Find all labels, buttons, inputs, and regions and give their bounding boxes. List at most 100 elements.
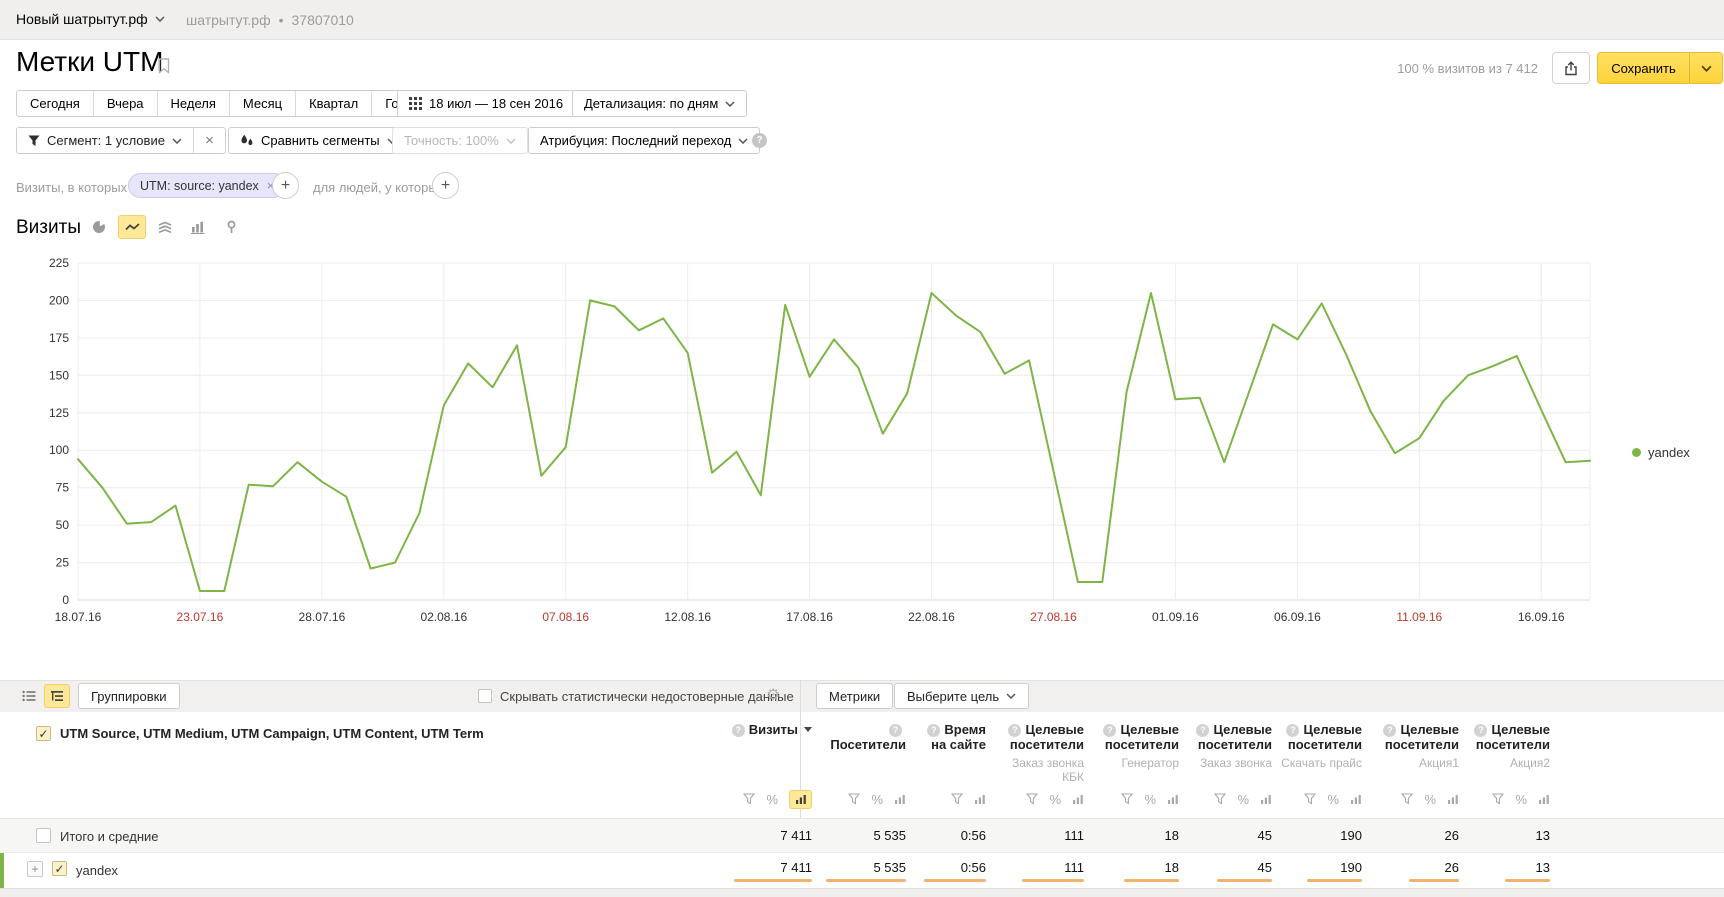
choose-goal-button[interactable]: Выберите цель	[894, 683, 1029, 709]
percent-icon[interactable]: %	[871, 792, 883, 807]
filter-funnel-icon[interactable]	[1492, 793, 1504, 805]
help-icon[interactable]: ?	[1103, 724, 1116, 737]
filter-funnel-icon[interactable]	[848, 793, 860, 805]
metric-column-header[interactable]: ?Визиты	[730, 722, 818, 784]
yandex-values: 7 4115 5350:5611118451902613	[730, 853, 1556, 888]
detailing-button[interactable]: Детализация: по дням	[572, 90, 747, 117]
period-tab-week[interactable]: Неделя	[157, 91, 229, 116]
segment-label: Сегмент: 1 условие	[47, 133, 165, 148]
bar-chart-icon[interactable]	[1260, 793, 1272, 805]
save-dropdown-button[interactable]	[1689, 52, 1723, 84]
filter-funnel-icon[interactable]	[1026, 793, 1038, 805]
metric-value: 5 535	[818, 853, 912, 888]
value-text: 190	[1340, 828, 1362, 843]
help-icon[interactable]: ?	[927, 724, 940, 737]
filter-funnel-icon[interactable]	[951, 793, 963, 805]
percent-icon[interactable]: %	[1515, 792, 1527, 807]
sort-desc-icon[interactable]	[804, 727, 812, 732]
view-tree-button[interactable]	[44, 684, 70, 708]
svg-text:23.07.16: 23.07.16	[177, 610, 224, 624]
percent-icon[interactable]: %	[1049, 792, 1061, 807]
plus-icon: +	[281, 177, 290, 194]
view-list-button[interactable]	[16, 684, 42, 708]
metric-title: Целевые посетители	[1385, 722, 1459, 752]
help-icon[interactable]: ?	[1286, 724, 1299, 737]
metric-value: 18	[1090, 819, 1185, 852]
bar-chart-icon[interactable]	[1072, 793, 1084, 805]
gear-icon[interactable]: ⚙	[766, 685, 780, 705]
metric-column-header[interactable]: ?Целевые посетителиАкция2	[1465, 722, 1556, 784]
column-filter-icons: %	[1090, 786, 1185, 812]
percent-icon[interactable]: %	[1237, 792, 1249, 807]
percent-icon[interactable]: %	[1144, 792, 1156, 807]
metric-column-header[interactable]: ?Время на сайте	[912, 722, 992, 784]
expand-row-button[interactable]: +	[27, 861, 43, 877]
export-button[interactable]	[1552, 52, 1590, 84]
filter-funnel-icon[interactable]	[743, 793, 755, 805]
date-range-button[interactable]: 18 июл — 18 сен 2016	[397, 90, 575, 117]
hide-unreliable-label: Скрывать статистически недостоверные дан…	[500, 689, 794, 704]
percent-icon[interactable]: %	[766, 792, 778, 807]
help-icon[interactable]: ?	[889, 724, 902, 737]
metric-title: Целевые посетители	[1476, 722, 1550, 752]
metric-column-header[interactable]: ?Целевые посетителиЗаказ звонка КБК	[992, 722, 1090, 784]
yandex-checkbox[interactable]: ✓	[52, 861, 67, 876]
chart-type-stacked-button[interactable]	[151, 215, 179, 239]
totals-row[interactable]: Итого и средние 7 4115 5350:561111845190…	[0, 818, 1724, 852]
help-icon[interactable]: ?	[752, 133, 767, 148]
svg-text:02.08.16: 02.08.16	[420, 610, 467, 624]
bookmark-icon[interactable]	[158, 58, 170, 79]
bar-chart-icon[interactable]	[1447, 793, 1459, 805]
help-icon[interactable]: ?	[1474, 724, 1487, 737]
table-row-yandex[interactable]: 7 4115 5350:5611118451902613	[0, 852, 1724, 888]
filter-funnel-icon[interactable]	[1214, 793, 1226, 805]
filter-funnel-icon[interactable]	[1121, 793, 1133, 805]
period-tab-month[interactable]: Месяц	[229, 91, 295, 116]
close-icon: ×	[205, 132, 214, 149]
period-tab-today[interactable]: Сегодня	[17, 91, 93, 116]
metric-column-header[interactable]: ?Целевые посетителиГенератор	[1090, 722, 1185, 784]
compare-segments-button[interactable]: Сравнить сегменты	[228, 127, 409, 154]
metric-column-header[interactable]: ?Посетители	[818, 722, 912, 784]
chart-type-line-button[interactable]	[118, 215, 146, 239]
metric-column-header[interactable]: ?Целевые посетителиЗаказ звонка	[1185, 722, 1278, 784]
add-people-condition-button[interactable]: +	[432, 172, 459, 199]
percent-bar	[1409, 879, 1459, 882]
totals-checkbox[interactable]	[36, 828, 51, 843]
filter-funnel-icon[interactable]	[1304, 793, 1316, 805]
hide-unreliable-checkbox[interactable]	[478, 689, 492, 703]
metric-column-header[interactable]: ?Целевые посетителиАкция1	[1368, 722, 1465, 784]
help-icon[interactable]: ?	[1196, 724, 1209, 737]
percent-icon[interactable]: %	[1327, 792, 1339, 807]
metrics-button[interactable]: Метрики	[816, 683, 893, 709]
segment-clear-button[interactable]: ×	[193, 128, 225, 153]
chart-type-pie-button[interactable]	[85, 215, 113, 239]
checkmark-icon: ✓	[54, 862, 64, 876]
period-tab-yesterday[interactable]: Вчера	[93, 91, 157, 116]
counter-switcher[interactable]: Новый шатрытут.рф	[16, 11, 165, 27]
bar-chart-icon[interactable]	[789, 790, 812, 809]
add-visit-condition-button[interactable]: +	[272, 172, 299, 199]
save-button[interactable]: Сохранить	[1597, 52, 1689, 84]
help-icon[interactable]: ?	[1008, 724, 1021, 737]
dimensions-checkbox[interactable]: ✓	[36, 726, 51, 741]
bar-chart-icon[interactable]	[894, 793, 906, 805]
help-icon[interactable]: ?	[732, 724, 745, 737]
groupings-button[interactable]: Группировки	[78, 683, 180, 709]
utm-source-chip[interactable]: UTM: source: yandex ×	[128, 173, 286, 198]
accuracy-button[interactable]: Точность: 100%	[392, 127, 528, 154]
metric-column-header[interactable]: ?Целевые посетителиСкачать прайс	[1278, 722, 1368, 784]
segment-button[interactable]: Сегмент: 1 условие	[17, 128, 193, 153]
percent-icon[interactable]: %	[1424, 792, 1436, 807]
help-icon[interactable]: ?	[1383, 724, 1396, 737]
bar-chart-icon[interactable]	[974, 793, 986, 805]
bar-chart-icon[interactable]	[1167, 793, 1179, 805]
chart-type-map-button[interactable]	[217, 215, 245, 239]
bar-chart-icon[interactable]	[1538, 793, 1550, 805]
attribution-button[interactable]: Атрибуция: Последний переход	[528, 127, 760, 154]
visits-line-chart[interactable]: 025507510012515017520022518.07.1623.07.1…	[0, 253, 1724, 633]
filter-funnel-icon[interactable]	[1401, 793, 1413, 805]
period-tab-quarter[interactable]: Квартал	[295, 91, 371, 116]
chart-type-columns-button[interactable]	[184, 215, 212, 239]
bar-chart-icon[interactable]	[1350, 793, 1362, 805]
